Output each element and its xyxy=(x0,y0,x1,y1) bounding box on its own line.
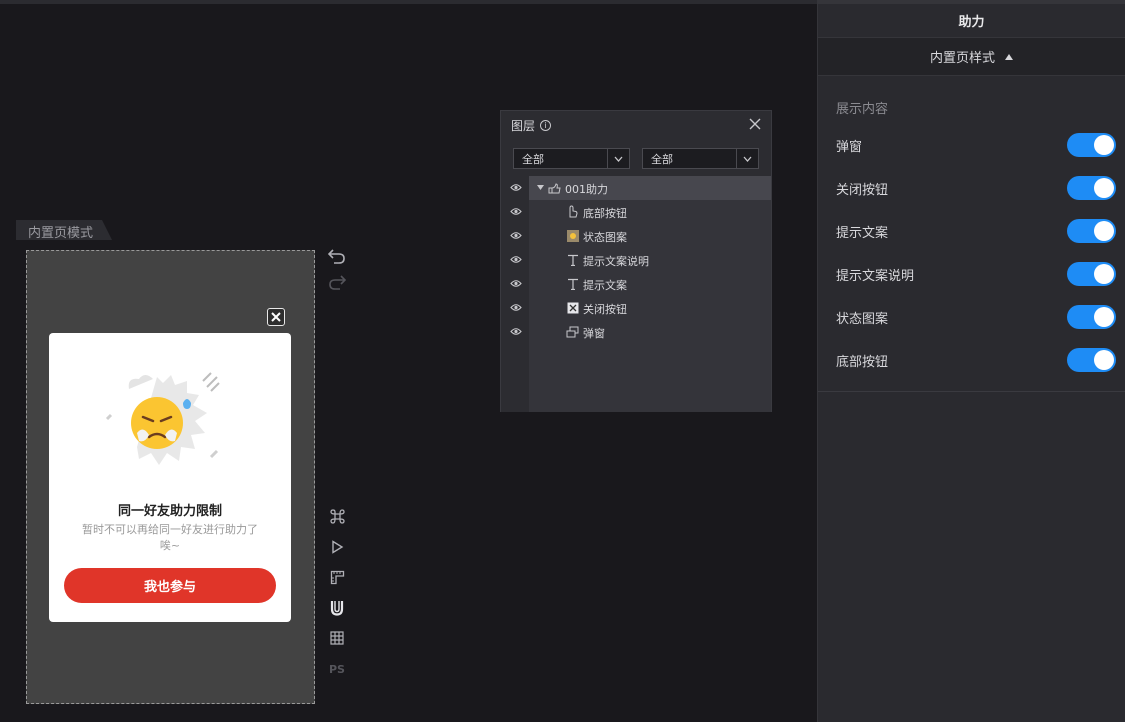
undo-icon[interactable] xyxy=(328,248,346,264)
section-title: 内置页样式 xyxy=(929,51,995,66)
info-icon[interactable]: i xyxy=(540,119,552,131)
mode-tab[interactable]: 内置页模式 xyxy=(16,220,112,241)
eye-icon[interactable] xyxy=(510,279,522,288)
option-label: 提示文案说明 xyxy=(836,268,915,284)
layer-type-select[interactable]: 全部 xyxy=(642,148,759,169)
layers-icon xyxy=(566,325,579,338)
grid-icon[interactable] xyxy=(328,629,346,647)
toggle-switch[interactable] xyxy=(1067,348,1116,372)
option-label: 底部按钮 xyxy=(836,354,889,370)
option-popup: 弹窗 xyxy=(836,132,1116,158)
eye-icon[interactable] xyxy=(510,303,522,312)
layer-row[interactable]: 提示文案 xyxy=(501,272,771,296)
caret-up-icon xyxy=(1005,53,1013,60)
option-label: 提示文案 xyxy=(836,225,889,241)
section-header[interactable]: 内置页样式 xyxy=(818,38,1125,76)
layer-row[interactable]: 提示文案说明 xyxy=(501,248,771,272)
layers-header: 图层 i xyxy=(501,111,771,139)
option-bottom-button: 底部按钮 xyxy=(836,347,1116,373)
layer-label: 关闭按钮 xyxy=(583,303,627,316)
layers-panel: 图层 i 全部 全部 001助力 底部按钮 状态图案 提示文案说明 提示文案 关… xyxy=(500,110,772,412)
select-value: 全部 xyxy=(522,152,544,166)
ruler-icon[interactable] xyxy=(328,568,346,586)
popup-dialog: 同一好友助力限制 暂时不可以再给同一好友进行助力了唉~ 我也参与 xyxy=(49,333,291,622)
eye-icon[interactable] xyxy=(510,207,522,216)
option-label: 状态图案 xyxy=(836,311,889,327)
mode-tab-label: 内置页模式 xyxy=(28,226,94,241)
phone-canvas[interactable]: 同一好友助力限制 暂时不可以再给同一好友进行助力了唉~ 我也参与 xyxy=(26,250,315,704)
eye-icon[interactable] xyxy=(510,255,522,264)
panel-title: 助力 xyxy=(818,0,1125,38)
text-icon xyxy=(566,277,579,290)
layer-row[interactable]: 状态图案 xyxy=(501,224,771,248)
option-label: 关闭按钮 xyxy=(836,182,889,198)
close-box-icon xyxy=(566,301,579,314)
join-button[interactable]: 我也参与 xyxy=(64,568,276,603)
close-icon[interactable] xyxy=(749,118,761,130)
display-content-section: 展示内容 弹窗 关闭按钮 提示文案 提示文案说明 状态图案 底部按钮 xyxy=(818,76,1125,392)
option-close-button: 关闭按钮 xyxy=(836,175,1116,201)
layers-title: 图层 xyxy=(511,118,536,133)
layer-label: 提示文案 xyxy=(583,279,627,292)
layer-row[interactable]: 关闭按钮 xyxy=(501,296,771,320)
toggle-switch[interactable] xyxy=(1067,262,1116,286)
option-tip-text: 提示文案 xyxy=(836,218,1116,244)
layer-filters: 全部 全部 xyxy=(513,148,759,169)
layer-row[interactable]: 弹窗 xyxy=(501,320,771,344)
popup-title: 同一好友助力限制 xyxy=(117,504,222,519)
hand-icon xyxy=(548,181,561,194)
layer-filter-select[interactable]: 全部 xyxy=(513,148,630,169)
popup-close-button[interactable] xyxy=(267,308,285,326)
caret-down-icon[interactable] xyxy=(537,185,544,190)
image-icon xyxy=(566,229,579,242)
chevron-down-icon xyxy=(607,149,629,168)
toggle-switch[interactable] xyxy=(1067,176,1116,200)
layer-group-row[interactable]: 001助力 xyxy=(501,176,771,200)
eye-icon[interactable] xyxy=(510,183,522,192)
redo-icon[interactable] xyxy=(328,274,346,290)
eye-icon[interactable] xyxy=(510,231,522,240)
toggle-switch[interactable] xyxy=(1067,305,1116,329)
layer-row[interactable]: 底部按钮 xyxy=(501,200,771,224)
chevron-down-icon xyxy=(736,149,758,168)
popup-description: 暂时不可以再给同一好友进行助力了唉~ xyxy=(82,523,258,552)
layer-label: 底部按钮 xyxy=(583,207,627,220)
option-label: 弹窗 xyxy=(836,139,863,155)
sad-face-icon xyxy=(105,372,220,465)
properties-panel: 助力 内置页样式 展示内容 弹窗 关闭按钮 提示文案 提示文案说明 状态图案 底… xyxy=(817,0,1125,722)
ps-icon[interactable]: PS xyxy=(328,660,346,678)
option-tip-desc: 提示文案说明 xyxy=(836,261,1116,287)
text-icon xyxy=(566,253,579,266)
select-value: 全部 xyxy=(651,152,673,166)
pointer-icon xyxy=(566,205,579,218)
command-icon[interactable] xyxy=(328,507,346,525)
layer-label: 提示文案说明 xyxy=(583,255,649,268)
layer-label: 弹窗 xyxy=(583,327,605,340)
magnet-icon[interactable] xyxy=(328,599,346,617)
toggle-switch[interactable] xyxy=(1067,219,1116,243)
top-border xyxy=(0,0,817,4)
layer-label: 状态图案 xyxy=(583,231,627,244)
content-title: 展示内容 xyxy=(836,102,889,117)
layer-list: 001助力 底部按钮 状态图案 提示文案说明 提示文案 关闭按钮 弹窗 xyxy=(501,176,771,412)
play-icon[interactable] xyxy=(328,538,346,556)
toggle-switch[interactable] xyxy=(1067,133,1116,157)
close-icon xyxy=(271,312,281,322)
option-status-image: 状态图案 xyxy=(836,304,1116,330)
eye-icon[interactable] xyxy=(510,327,522,336)
layer-group-label: 001助力 xyxy=(565,183,608,196)
